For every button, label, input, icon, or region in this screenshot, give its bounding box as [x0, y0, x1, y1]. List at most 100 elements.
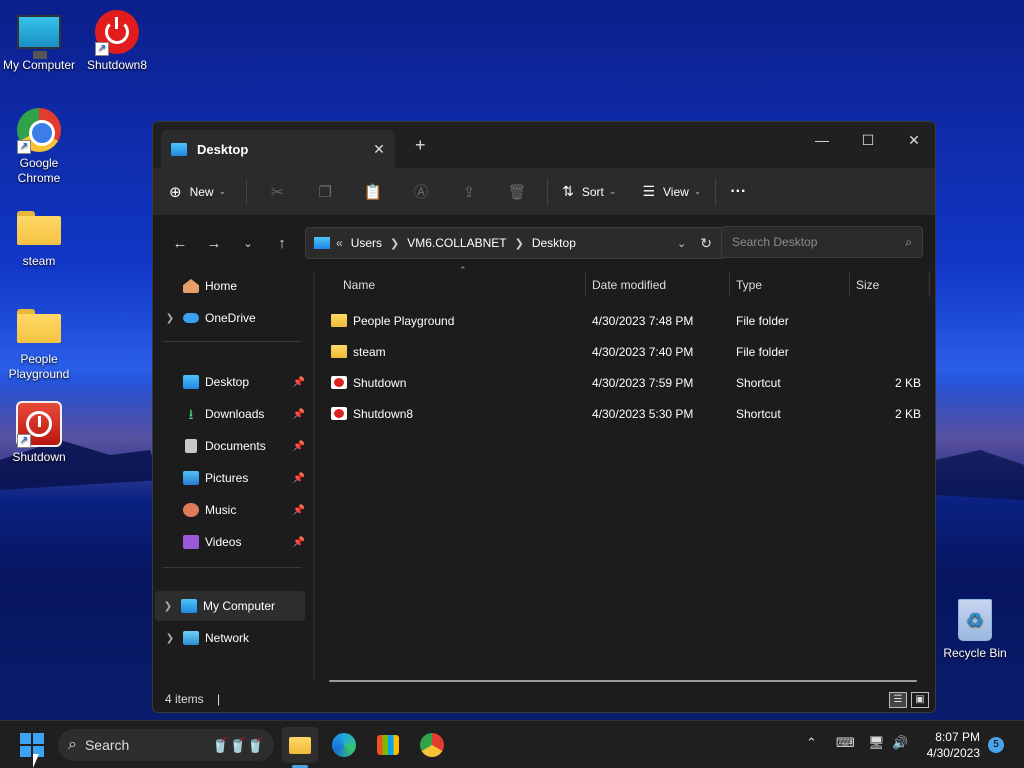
column-divider[interactable]	[585, 271, 586, 297]
column-divider[interactable]	[729, 271, 730, 297]
desktop-icon-recycle-bin[interactable]: ♻ Recycle Bin	[936, 596, 1014, 661]
clock-time: 8:07 PM	[935, 730, 980, 744]
search-input[interactable]	[732, 235, 906, 249]
keyboard-icon[interactable]: ⌨	[836, 735, 855, 751]
breadcrumb-overflow[interactable]: «	[336, 236, 343, 250]
breadcrumb-vm6-collabnet[interactable]: VM6.COLLABNET	[407, 236, 506, 250]
desktop-icon-shutdown[interactable]: ↗ Shutdown	[0, 400, 78, 465]
details-view-button[interactable]: ☰	[889, 692, 907, 708]
taskbar-chrome[interactable]	[414, 727, 450, 763]
pin-icon[interactable]: 📌	[293, 409, 305, 420]
tab-desktop[interactable]: Desktop ✕	[161, 130, 395, 168]
file-explorer-window: Desktop ✕ + — ☐ ✕ ⊕ New ⌄ ✂ ❐ 📋 Ⓐ ⇪ 🗑 ⇅ …	[152, 121, 936, 713]
sort-button[interactable]: ⇅ Sort ⌄	[562, 176, 616, 208]
taskbar-store[interactable]	[370, 727, 406, 763]
desktop-icon-people-playground[interactable]: People Playground	[0, 302, 78, 382]
address-dropdown-icon[interactable]: ⌄	[677, 237, 686, 250]
refresh-icon[interactable]: ↻	[700, 235, 712, 252]
copy-icon[interactable]: ❐	[301, 183, 349, 201]
delete-icon[interactable]: 🗑	[493, 183, 541, 201]
sort-icon: ⇅	[562, 183, 574, 199]
sidebar-item-downloads[interactable]: ⭳ Downloads 📌	[157, 399, 307, 429]
file-name: steam	[353, 344, 386, 359]
file-name: Shutdown	[353, 375, 407, 390]
sidebar-item-home[interactable]: Home	[157, 271, 307, 301]
sidebar-item-desktop[interactable]: Desktop 📌	[157, 367, 307, 397]
breadcrumb-desktop[interactable]: Desktop	[532, 236, 576, 250]
search-box[interactable]: ⌕	[721, 226, 923, 258]
paste-icon[interactable]: 📋	[349, 183, 397, 201]
desktop-icon-my-computer[interactable]: My Computer	[0, 8, 78, 73]
more-options-button[interactable]: ···	[730, 176, 746, 208]
table-row[interactable]: Shutdown8 4/30/2023 5:30 PM Shortcut 2 K…	[331, 398, 931, 429]
close-window-button[interactable]: ✕	[891, 126, 935, 154]
taskbar-file-explorer[interactable]	[282, 727, 318, 763]
up-arrow-icon[interactable]: ↑	[265, 235, 299, 252]
clock[interactable]: 8:07 PM 4/30/2023	[927, 729, 980, 761]
volume-icon[interactable]: 🔊	[892, 735, 908, 751]
back-arrow-icon[interactable]: ←	[163, 235, 197, 252]
desktop-icon-google-chrome[interactable]: ↗ Google Chrome	[0, 106, 78, 186]
pin-icon[interactable]: 📌	[293, 473, 305, 484]
address-bar[interactable]: « Users ❯ VM6.COLLABNET ❯ Desktop ⌄ ↻	[305, 227, 725, 259]
table-row[interactable]: steam 4/30/2023 7:40 PM File folder	[331, 336, 931, 367]
rename-icon[interactable]: Ⓐ	[397, 181, 445, 202]
network-monitor-icon[interactable]: 🖥	[868, 735, 885, 751]
pin-icon[interactable]: 📌	[293, 537, 305, 548]
column-header-size[interactable]: Size	[856, 273, 926, 297]
view-button[interactable]: ☰ View ⌄	[642, 176, 701, 208]
table-row[interactable]: People Playground 4/30/2023 7:48 PM File…	[331, 305, 931, 336]
sidebar-item-videos[interactable]: Videos 📌	[157, 527, 307, 557]
sidebar-item-music[interactable]: Music 📌	[157, 495, 307, 525]
file-type: Shortcut	[736, 375, 781, 390]
tiles-view-button[interactable]: ▣	[911, 692, 929, 708]
sidebar-item-pictures[interactable]: Pictures 📌	[157, 463, 307, 493]
expand-chevron-icon[interactable]: ❯	[155, 601, 181, 612]
minimize-button[interactable]: —	[799, 126, 845, 154]
new-button[interactable]: ⊕ New ⌄	[169, 176, 226, 208]
start-button[interactable]	[20, 733, 44, 757]
file-type: File folder	[736, 344, 789, 359]
horizontal-scrollbar[interactable]	[329, 680, 917, 682]
maximize-button[interactable]: ☐	[845, 126, 891, 154]
toolbar-separator	[246, 178, 248, 205]
pin-icon[interactable]: 📌	[293, 441, 305, 452]
taskbar-edge[interactable]	[326, 727, 362, 763]
pin-icon[interactable]: 📌	[293, 505, 305, 516]
column-divider[interactable]	[849, 271, 850, 297]
column-divider[interactable]	[929, 271, 930, 297]
clock-date: 4/30/2023	[926, 746, 980, 760]
sidebar-item-documents[interactable]: Documents 📌	[157, 431, 307, 461]
close-tab-icon[interactable]: ✕	[369, 141, 389, 158]
nav-separator	[163, 341, 301, 342]
cut-icon[interactable]: ✂	[253, 183, 301, 201]
column-header-type[interactable]: Type	[736, 273, 846, 297]
desktop-icon-shutdown8[interactable]: ↗ Shutdown8	[78, 8, 156, 73]
download-icon: ⭳	[188, 406, 194, 422]
show-hidden-icons-chevron-icon[interactable]: ⌃	[806, 735, 817, 751]
desktop-icon-steam[interactable]: steam	[0, 204, 78, 269]
recent-chevron-icon[interactable]: ⌄	[231, 237, 265, 250]
share-icon[interactable]: ⇪	[445, 183, 493, 201]
taskbar-search[interactable]: ⌕ Search 🥤🥤🥤	[58, 729, 274, 761]
column-header-date[interactable]: Date modified	[592, 273, 722, 297]
explorer-body: Home ❯ OneDrive Desktop 📌 ⭳ Downloads 📌	[153, 265, 935, 681]
file-name: People Playground	[353, 313, 455, 328]
breadcrumb-users[interactable]: Users	[351, 236, 382, 250]
table-row[interactable]: Shutdown 4/30/2023 7:59 PM Shortcut 2 KB	[331, 367, 931, 398]
sidebar-item-network[interactable]: ❯ Network	[157, 623, 307, 653]
recycle-bin-icon: ♻	[951, 596, 999, 644]
pin-icon[interactable]: 📌	[293, 377, 305, 388]
sidebar-item-onedrive[interactable]: ❯ OneDrive	[157, 303, 307, 333]
store-icon	[377, 735, 399, 755]
expand-chevron-icon[interactable]: ❯	[157, 313, 183, 324]
status-caret: |	[217, 692, 221, 706]
new-tab-button[interactable]: +	[415, 135, 426, 156]
notification-badge[interactable]: 5	[988, 737, 1004, 753]
expand-chevron-icon[interactable]: ❯	[157, 633, 183, 644]
toolbar-separator	[547, 178, 549, 205]
column-header-name[interactable]: Name	[343, 273, 583, 297]
file-size: 2 KB	[894, 375, 921, 390]
forward-arrow-icon[interactable]: →	[197, 235, 231, 252]
sidebar-item-my-computer[interactable]: ❯ My Computer	[155, 591, 305, 621]
